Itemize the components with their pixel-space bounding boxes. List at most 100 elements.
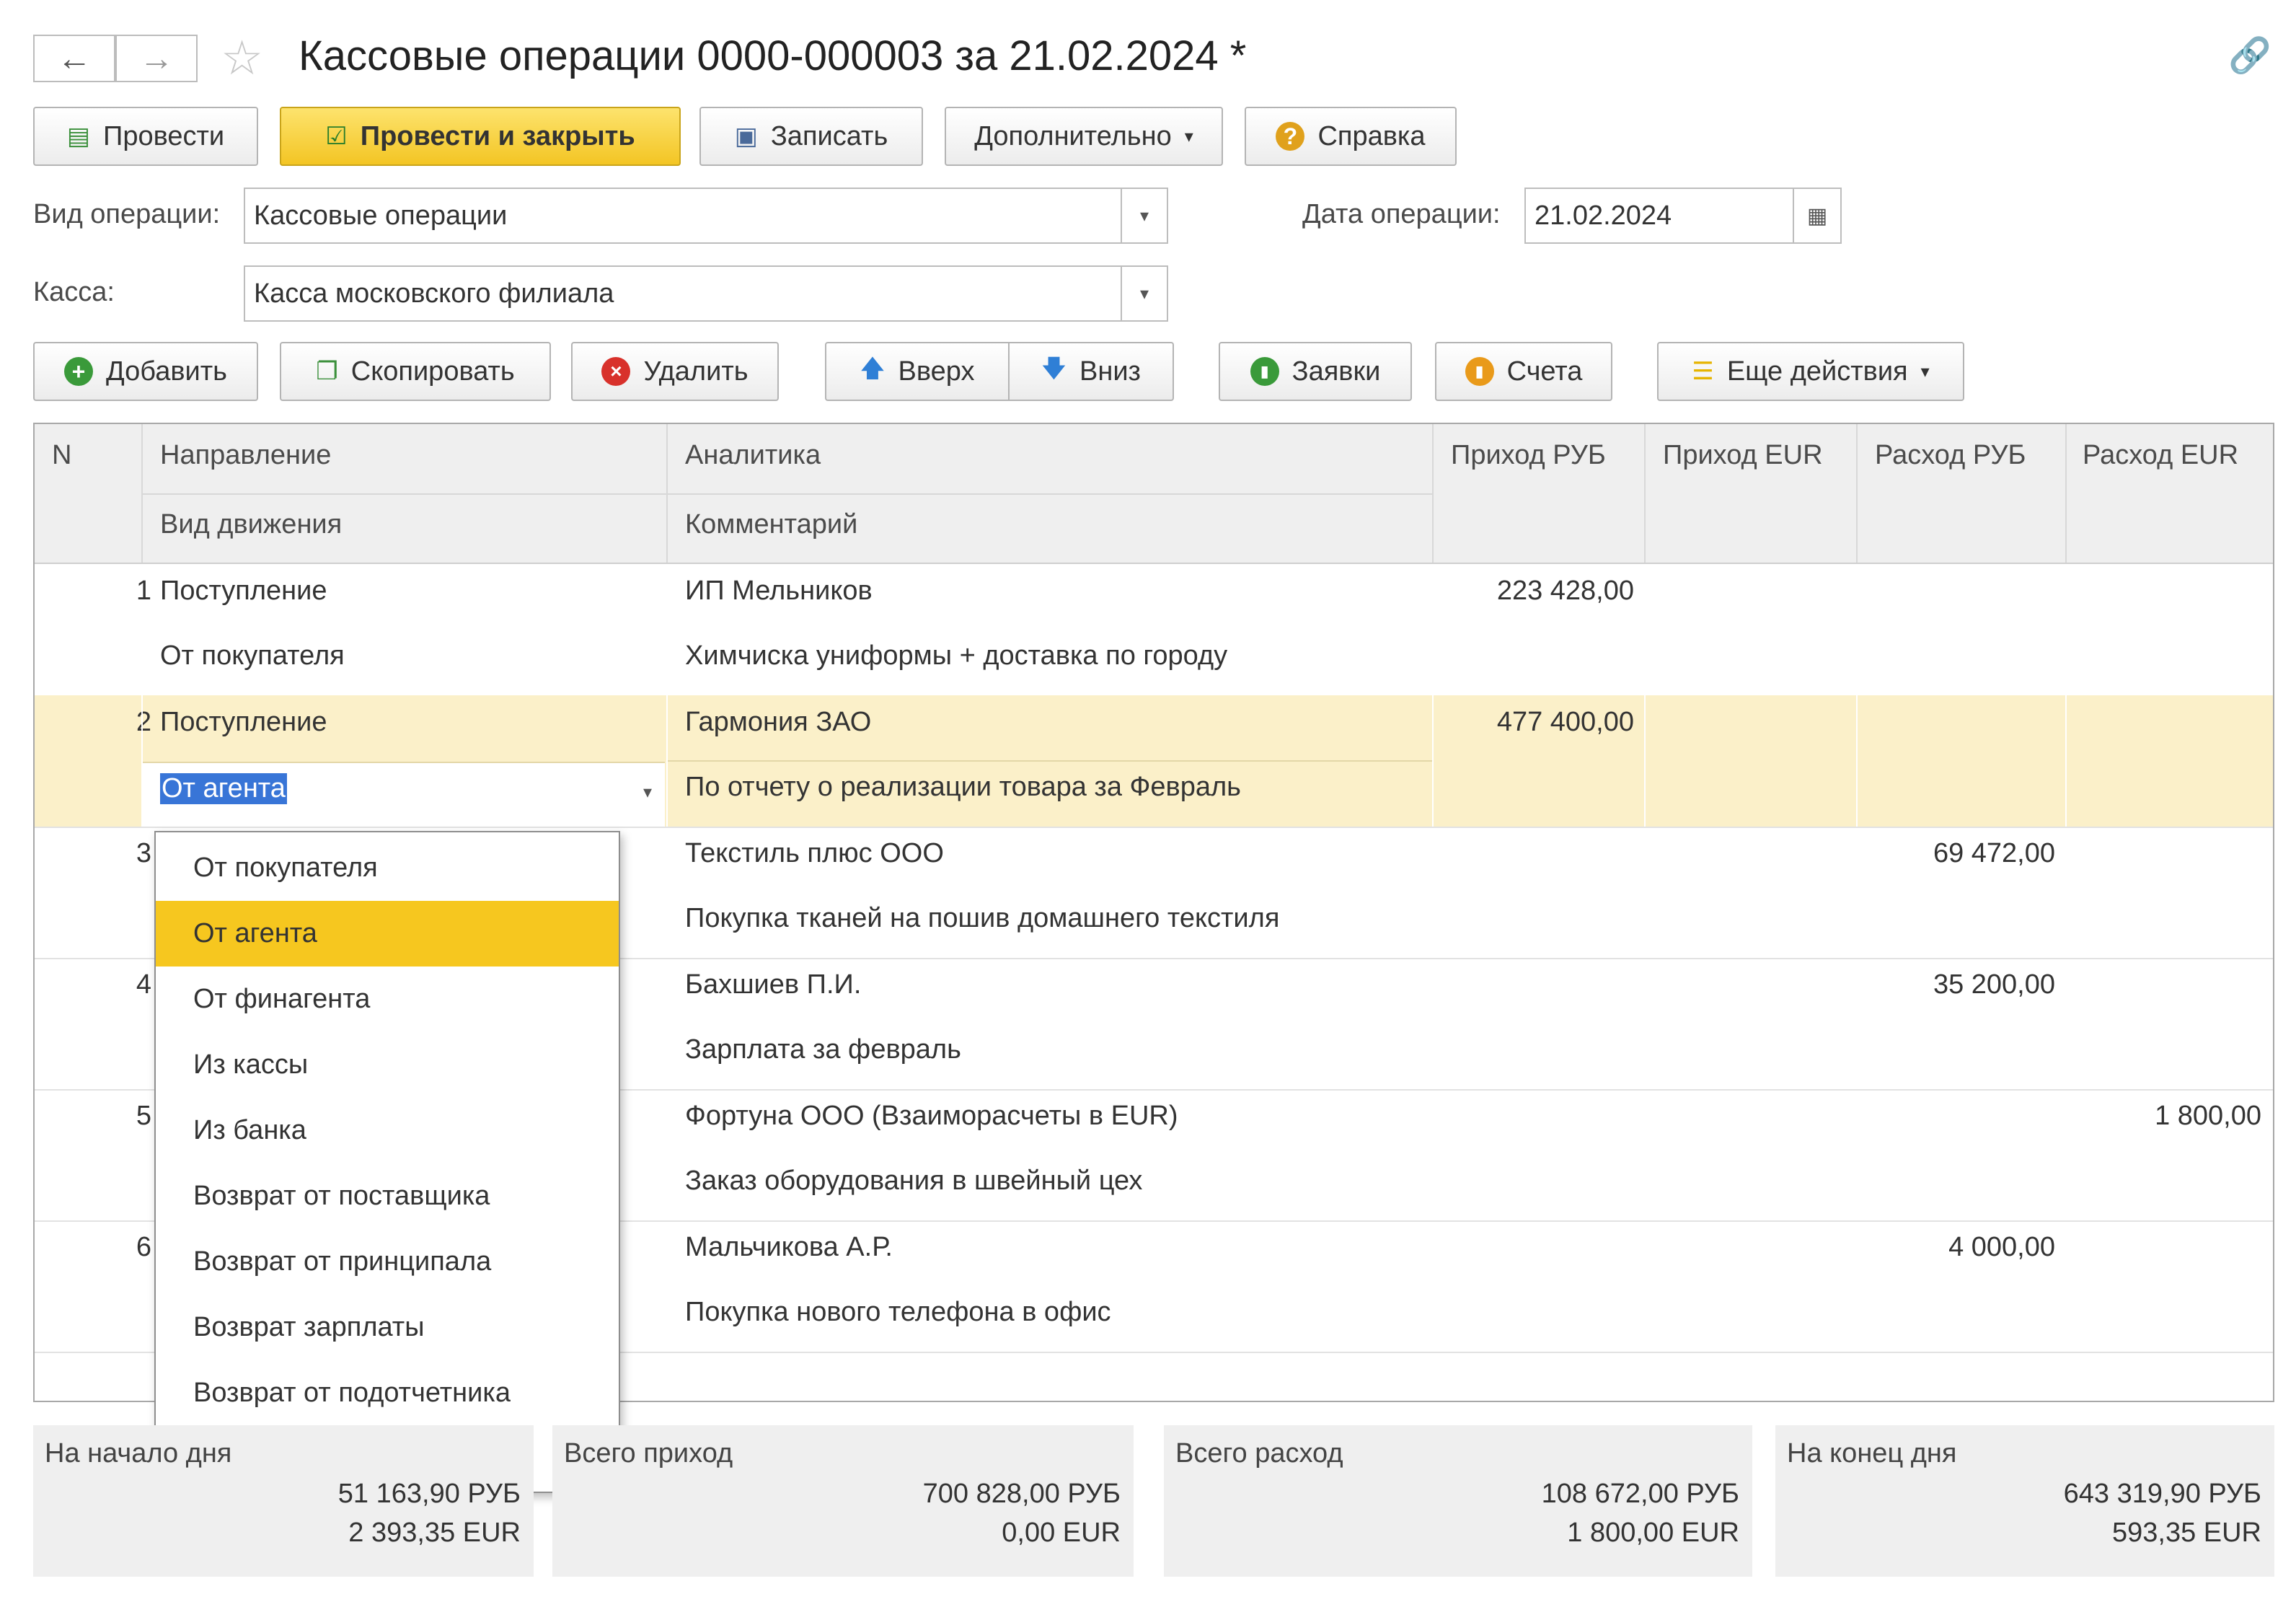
help-button[interactable]: ? Справка <box>1245 107 1457 166</box>
row-in-rub[interactable]: 223 428,00 <box>1497 576 1634 607</box>
row-movement-type[interactable]: От покупателя <box>160 640 345 672</box>
operation-type-select[interactable]: Кассовые операции ▾ <box>244 188 1168 244</box>
totals-end-panel: На конец дня 643 319,90 РУБ 593,35 EUR <box>1775 1425 2274 1577</box>
header-income-rub[interactable]: Приход РУБ <box>1451 440 1606 471</box>
delete-x-icon: × <box>601 357 631 386</box>
row-analytics[interactable]: Текстиль плюс ООО <box>685 838 944 869</box>
forward-button[interactable]: → <box>115 35 198 82</box>
move-up-label: Вверх <box>898 356 975 387</box>
save-button-label: Записать <box>770 120 888 151</box>
header-movement-type[interactable]: Вид движения <box>160 509 342 540</box>
row-comment[interactable]: Заказ оборудования в швейный цех <box>685 1166 1142 1197</box>
row-out-rub[interactable]: 4 000,00 <box>1948 1232 2055 1263</box>
row-direction[interactable]: Поступление <box>160 707 327 738</box>
move-up-button[interactable]: 🡅 Вверх <box>825 342 1010 401</box>
copy-row-label: Скопировать <box>350 356 515 387</box>
operation-date-value: 21.02.2024 <box>1535 200 1672 231</box>
row-number: 6 <box>136 1232 151 1262</box>
row-direction[interactable]: Поступление <box>160 576 327 607</box>
table-row[interactable]: 2 Поступление Гармония ЗАО По отчету о реал… <box>35 695 2273 828</box>
arrow-down-icon: 🡇 <box>1041 354 1067 382</box>
totals-income-rub: 700 828,00 РУБ <box>922 1479 1121 1509</box>
totals-expense-panel: Всего расход 108 672,00 РУБ 1 800,00 EUR <box>1164 1425 1752 1577</box>
favorite-star-icon[interactable]: ☆ <box>221 30 263 86</box>
save-button[interactable]: ▣ Записать <box>699 107 923 166</box>
delete-row-button[interactable]: × Удалить <box>571 342 779 401</box>
post-and-close-button[interactable]: ☑ Провести и закрыть <box>280 107 681 166</box>
row-comment[interactable]: По отчету о реализации товара за Февраль <box>685 772 1241 803</box>
link-icon[interactable]: 🔗 <box>2228 35 2271 76</box>
header-analytics[interactable]: Аналитика <box>685 440 821 471</box>
post-button-label: Провести <box>103 120 225 151</box>
row-analytics[interactable]: Мальчикова А.Р. <box>685 1232 893 1263</box>
row-out-rub[interactable]: 35 200,00 <box>1933 969 2055 1000</box>
dropdown-arrow-icon[interactable]: ▾ <box>1121 267 1167 320</box>
totals-start-rub: 51 163,90 РУБ <box>337 1479 521 1509</box>
cash-desk-select[interactable]: Касса московского филиала ▾ <box>244 265 1168 322</box>
more-menu-button[interactable]: Дополнительно ▾ <box>945 107 1223 166</box>
back-button[interactable]: ← <box>33 35 115 82</box>
row-out-eur[interactable]: 1 800,00 <box>2155 1101 2261 1132</box>
cash-desk-value: Касса московского филиала <box>254 278 614 309</box>
row-comment[interactable]: Химчиска униформы + доставка по городу <box>685 640 1227 672</box>
header-comment[interactable]: Комментарий <box>685 509 857 540</box>
copy-row-button[interactable]: ❐ Скопировать <box>280 342 551 401</box>
dropdown-option[interactable]: Из банка <box>156 1098 619 1163</box>
table-row[interactable]: 1 Поступление От покупателя ИП Мельников Хим… <box>35 564 2273 697</box>
movement-type-selected-text[interactable]: От агента <box>160 773 287 804</box>
row-analytics[interactable]: Бахшиев П.И. <box>685 969 861 1000</box>
dropdown-option[interactable]: От покупателя <box>156 835 619 901</box>
totals-expense-rub: 108 672,00 РУБ <box>1541 1479 1739 1509</box>
row-comment[interactable]: Зарплата за февраль <box>685 1034 961 1065</box>
help-question-icon: ? <box>1276 122 1305 151</box>
more-menu-label: Дополнительно <box>974 120 1172 151</box>
dropdown-option[interactable]: От финагента <box>156 967 619 1032</box>
operation-type-label: Вид операции: <box>33 199 221 229</box>
delete-row-label: Удалить <box>643 356 749 387</box>
post-button[interactable]: ▤ Провести <box>33 107 258 166</box>
copy-icon: ❐ <box>316 358 338 385</box>
totals-expense-title: Всего расход <box>1175 1438 1343 1469</box>
calendar-icon[interactable]: ▦ <box>1793 189 1840 242</box>
help-button-label: Справка <box>1317 120 1426 151</box>
row-analytics[interactable]: Гармония ЗАО <box>685 707 871 738</box>
dropdown-option[interactable]: Возврат от принципала <box>156 1229 619 1295</box>
dropdown-arrow-icon[interactable]: ▾ <box>1121 189 1167 242</box>
operation-date-field[interactable]: 21.02.2024 ▦ <box>1524 188 1842 244</box>
arrow-up-icon: 🡅 <box>860 354 886 382</box>
totals-end-title: На конец дня <box>1787 1438 1957 1469</box>
chevron-down-icon[interactable]: ▾ <box>643 782 652 803</box>
more-actions-button[interactable]: ☰ Еще действия ▾ <box>1657 342 1964 401</box>
totals-start-eur: 2 393,35 EUR <box>348 1518 521 1548</box>
operation-type-value: Кассовые операции <box>254 200 508 231</box>
invoices-button[interactable]: ▮ Счета <box>1435 342 1612 401</box>
requests-button[interactable]: ▮ Заявки <box>1219 342 1412 401</box>
dropdown-option[interactable]: Из кассы <box>156 1032 619 1098</box>
list-menu-icon: ☰ <box>1692 358 1714 385</box>
dropdown-option[interactable]: От агента <box>156 901 619 967</box>
dropdown-option[interactable]: Возврат от подотчетника <box>156 1360 619 1426</box>
header-expense-rub[interactable]: Расход РУБ <box>1875 440 2026 471</box>
requests-label: Заявки <box>1292 356 1381 387</box>
post-close-icon: ☑ <box>325 123 348 150</box>
row-analytics[interactable]: ИП Мельников <box>685 576 873 607</box>
add-row-button[interactable]: + Добавить <box>33 342 258 401</box>
move-down-button[interactable]: 🡇 Вниз <box>1008 342 1174 401</box>
row-out-rub[interactable]: 69 472,00 <box>1933 838 2055 869</box>
invoices-label: Счета <box>1506 356 1583 387</box>
movement-type-editor[interactable]: От агента ▾ <box>143 762 665 827</box>
totals-end-rub: 643 319,90 РУБ <box>2063 1479 2261 1509</box>
movement-type-dropdown[interactable]: От покупателя От агента От финагента Из кас… <box>154 831 620 1493</box>
more-actions-label: Еще действия <box>1726 356 1908 387</box>
row-comment[interactable]: Покупка тканей на пошив домашнего тексти… <box>685 903 1279 934</box>
header-income-eur[interactable]: Приход EUR <box>1663 440 1823 471</box>
move-down-label: Вниз <box>1079 356 1141 387</box>
header-n[interactable]: N <box>52 440 71 471</box>
row-analytics[interactable]: Фортуна ООО (Взаиморасчеты в EUR) <box>685 1101 1178 1132</box>
dropdown-option[interactable]: Возврат зарплаты <box>156 1295 619 1360</box>
header-direction[interactable]: Направление <box>160 440 331 471</box>
row-in-rub[interactable]: 477 400,00 <box>1497 707 1634 738</box>
header-expense-eur[interactable]: Расход EUR <box>2083 440 2238 471</box>
dropdown-option[interactable]: Возврат от поставщика <box>156 1163 619 1229</box>
row-comment[interactable]: Покупка нового телефона в офис <box>685 1297 1111 1328</box>
